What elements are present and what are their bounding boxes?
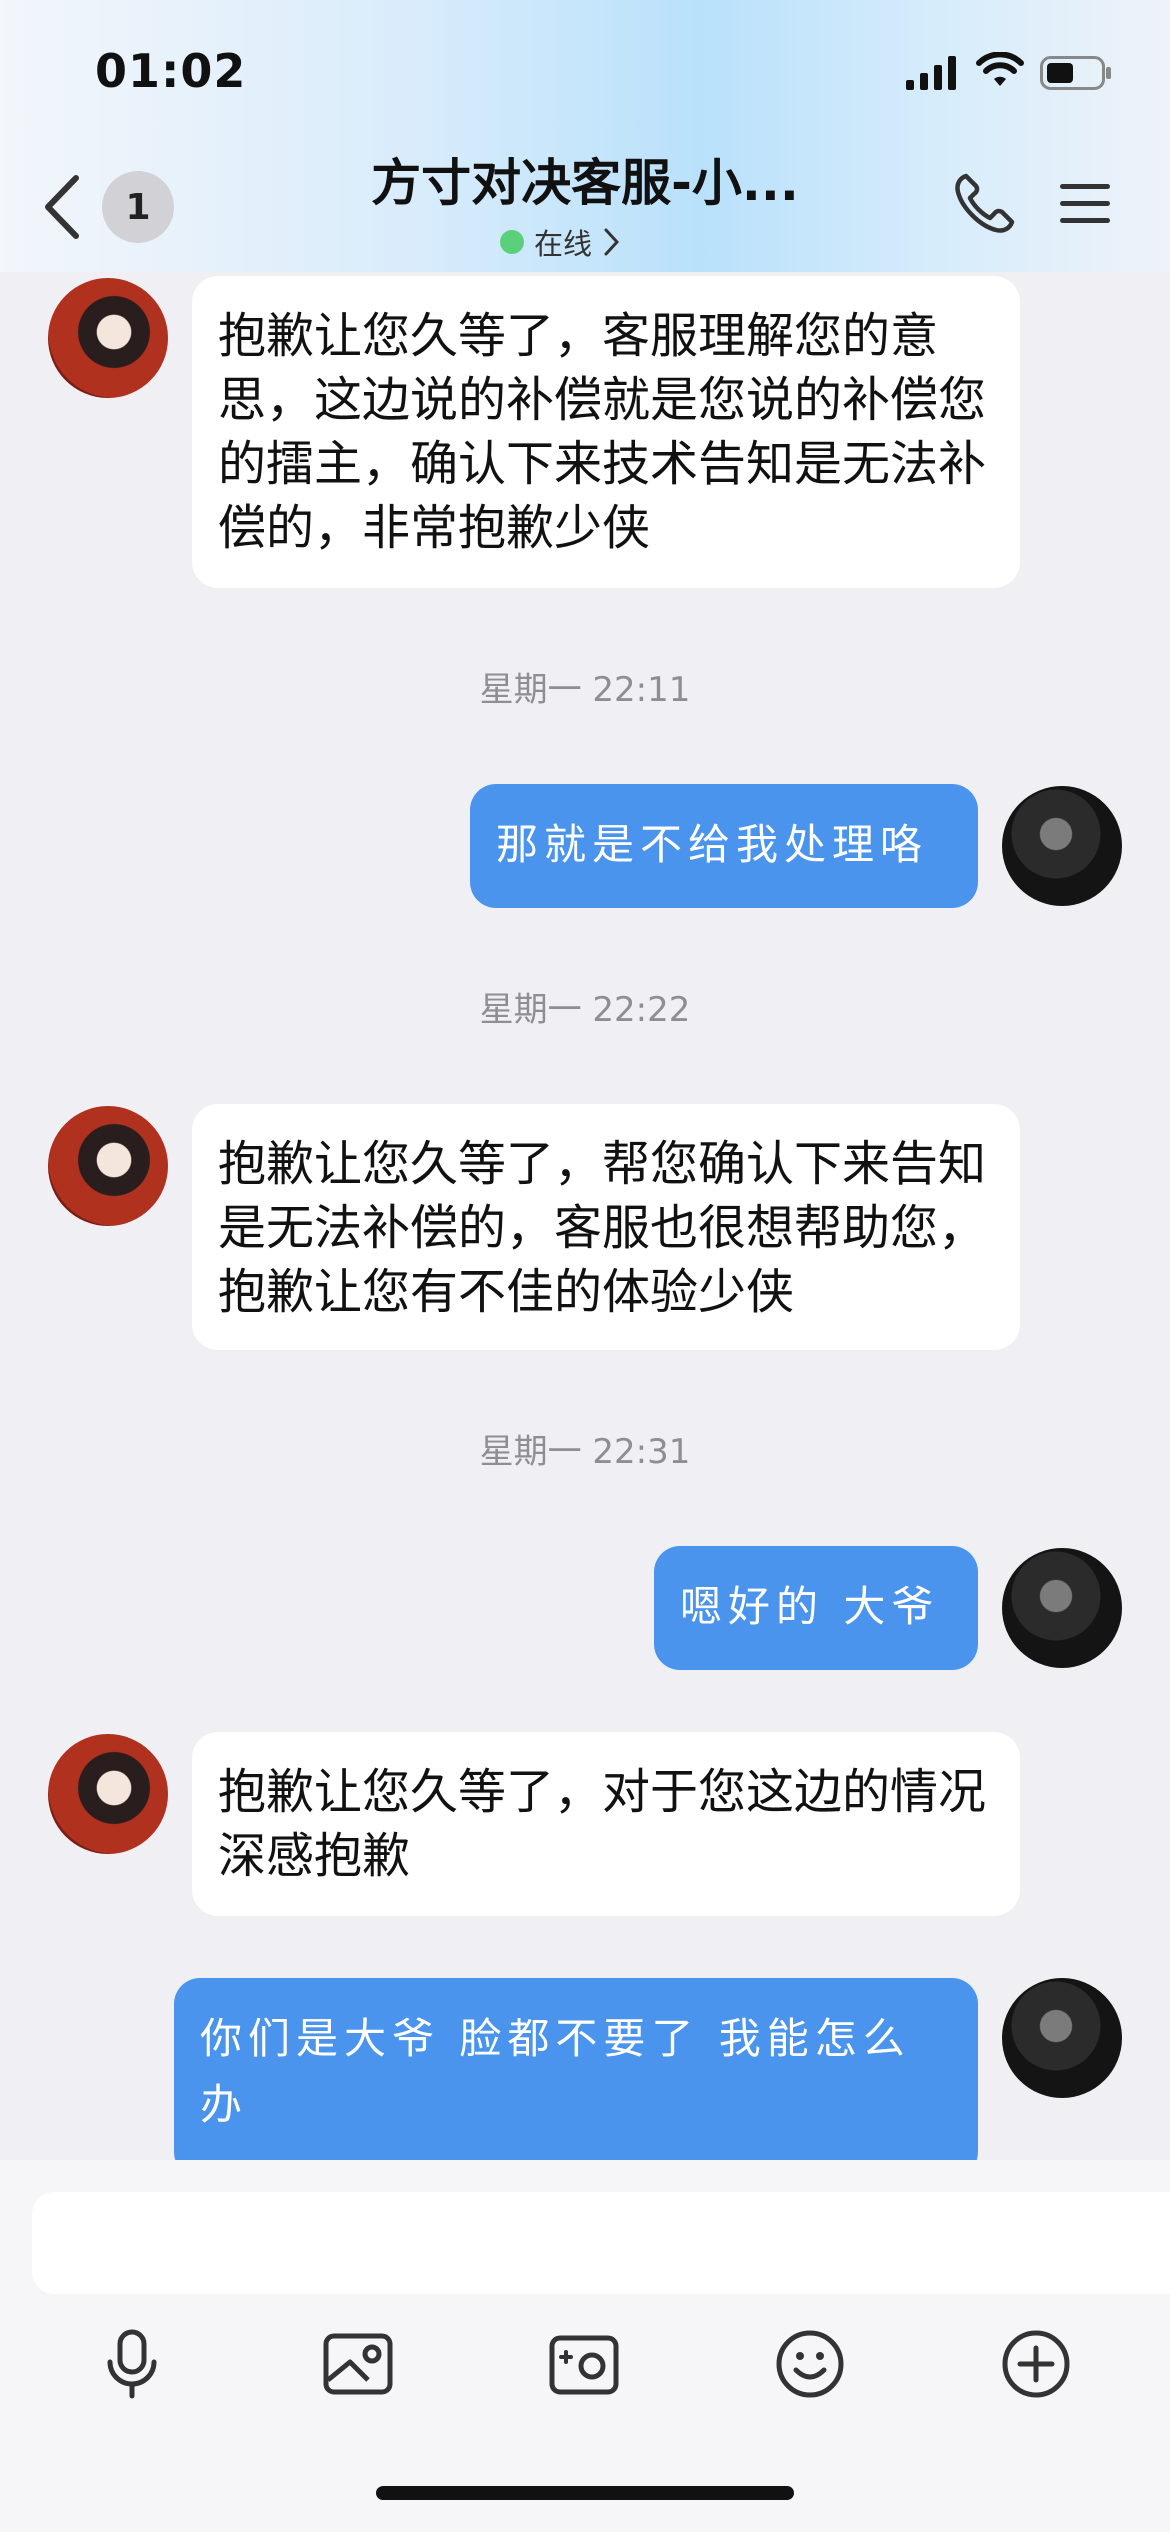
- user-avatar[interactable]: [1002, 1548, 1122, 1668]
- user-avatar[interactable]: [1002, 786, 1122, 906]
- chat-title[interactable]: 方寸对决客服-小...: [300, 143, 870, 215]
- menu-icon[interactable]: [1058, 180, 1112, 228]
- home-indicator: [376, 2486, 794, 2500]
- wifi-icon: [976, 52, 1024, 86]
- message-timestamp: 星期一 22:31: [479, 1432, 691, 1472]
- outgoing-message-bubble[interactable]: 那就是不给我处理咯: [470, 784, 978, 908]
- back-chevron-icon[interactable]: [40, 172, 84, 242]
- phone-call-icon[interactable]: [952, 170, 1018, 236]
- cellular-signal-icon: [906, 56, 956, 90]
- outgoing-message-bubble[interactable]: 嗯好的 大爷: [654, 1546, 978, 1670]
- microphone-icon[interactable]: [96, 2328, 168, 2400]
- outgoing-message-bubble[interactable]: 你们是大爷 脸都不要了 我能怎么办: [174, 1978, 978, 2160]
- presence-label: 在线: [534, 227, 593, 261]
- chat-header: 01:02 1 方寸对决客服-小... 在线: [0, 0, 1170, 272]
- user-avatar[interactable]: [1002, 1978, 1122, 2098]
- agent-avatar[interactable]: [48, 1106, 168, 1226]
- camera-icon[interactable]: [548, 2328, 620, 2400]
- agent-avatar[interactable]: [48, 1734, 168, 1854]
- plus-circle-icon[interactable]: [1000, 2328, 1072, 2400]
- image-icon[interactable]: [322, 2328, 394, 2400]
- incoming-message-bubble[interactable]: 抱歉让您久等了，帮您确认下来告知是无法补偿的，客服也很想帮助您，抱歉让您有不佳的…: [192, 1104, 1020, 1350]
- unread-count-badge[interactable]: 1: [102, 171, 174, 243]
- online-dot-icon: [500, 230, 524, 254]
- emoji-icon[interactable]: [774, 2328, 846, 2400]
- message-timestamp: 星期一 22:22: [479, 990, 691, 1030]
- message-input[interactable]: [32, 2192, 1170, 2294]
- incoming-message-bubble[interactable]: 抱歉让您久等了，对于您这边的情况深感抱歉: [192, 1732, 1020, 1916]
- status-time: 01:02: [95, 44, 247, 98]
- incoming-message-bubble[interactable]: 抱歉让您久等了，客服理解您的意思，这边说的补偿就是您说的补偿您的擂主，确认下来技…: [192, 276, 1020, 588]
- battery-icon: [1040, 56, 1111, 90]
- agent-avatar[interactable]: [48, 278, 168, 398]
- message-timestamp: 星期一 22:11: [479, 670, 691, 710]
- message-list[interactable]: 抱歉让您久等了，客服理解您的意思，这边说的补偿就是您说的补偿您的擂主，确认下来技…: [0, 272, 1170, 2160]
- presence-status[interactable]: 在线: [500, 222, 680, 262]
- chevron-right-icon: [604, 228, 620, 256]
